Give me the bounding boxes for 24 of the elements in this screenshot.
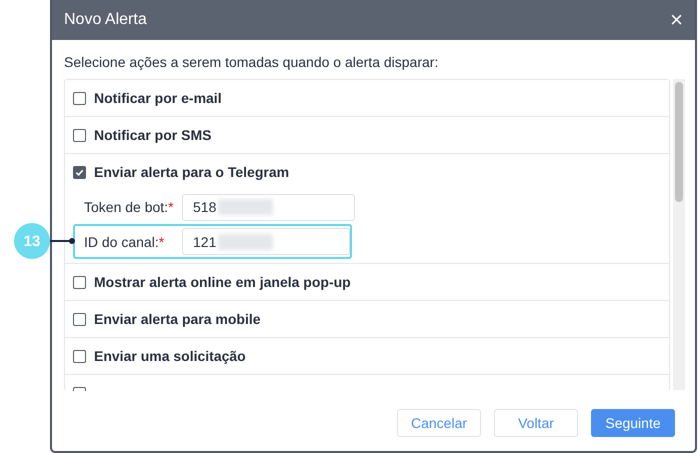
checkbox[interactable] — [73, 92, 86, 104]
scrollbar[interactable] — [673, 79, 685, 390]
instruction-text: Selecione ações a serem tomadas quando o alerta disparar: — [64, 54, 440, 70]
checkbox[interactable] — [73, 312, 86, 326]
checkbox-label[interactable]: Mostrar alerta online em janela pop-up — [94, 274, 351, 290]
checkbox[interactable] — [73, 276, 86, 288]
callout-badge: 13 — [14, 223, 50, 259]
checkbox-label[interactable]: Enviar alerta para mobile — [94, 311, 261, 327]
close-button[interactable]: × — [666, 9, 687, 31]
field-label: ID do canal:* — [84, 234, 166, 250]
field-label: Token de bot:* — [84, 199, 175, 215]
leader-line — [50, 240, 72, 242]
checkbox[interactable] — [73, 350, 86, 362]
redaction-blur — [218, 234, 274, 250]
checkbox[interactable] — [73, 166, 86, 178]
checkbox-label[interactable]: Notificar por e-mail — [94, 90, 222, 106]
input-field[interactable]: 518 — [182, 194, 355, 220]
checkbox[interactable] — [73, 128, 86, 142]
checkbox-label[interactable]: Enviar alerta para o Telegram — [94, 164, 290, 180]
checkbox-label[interactable]: Enviar uma solicitação — [94, 348, 246, 364]
redaction-blur — [218, 199, 274, 215]
input-field[interactable]: 121 — [182, 228, 350, 255]
checkbox-label[interactable]: Notificar por SMS — [94, 127, 212, 143]
window-title: Novo Alerta — [64, 11, 147, 29]
